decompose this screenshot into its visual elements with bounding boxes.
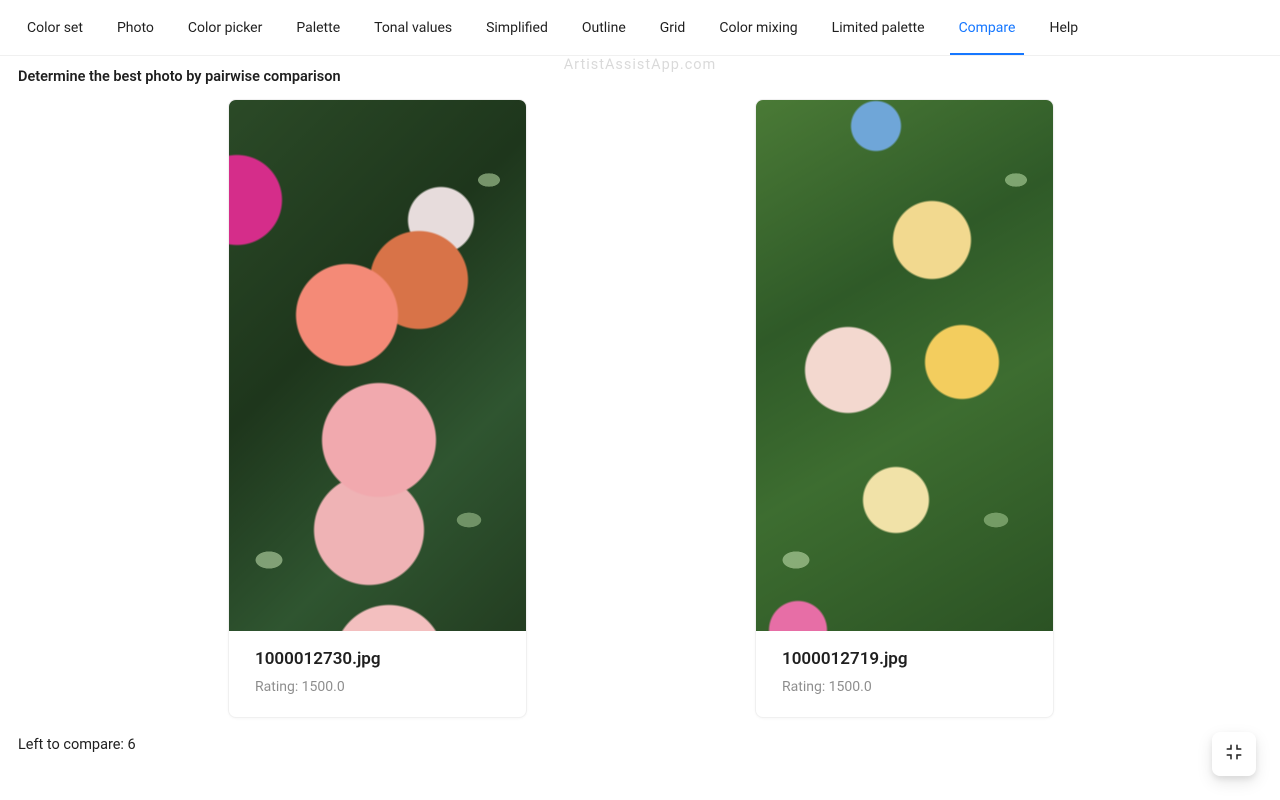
tab-palette[interactable]: Palette: [279, 0, 357, 55]
tab-simplified[interactable]: Simplified: [469, 0, 565, 55]
compare-cards-row: 1000012730.jpg Rating: 1500.0 1000012719…: [18, 99, 1262, 718]
card-meta: 1000012719.jpg Rating: 1500.0: [756, 631, 1053, 717]
compare-photo-left: [229, 100, 526, 631]
compare-photo-right: [756, 100, 1053, 631]
tab-color-picker[interactable]: Color picker: [171, 0, 279, 55]
tab-photo[interactable]: Photo: [100, 0, 171, 55]
tab-tonal-values[interactable]: Tonal values: [357, 0, 469, 55]
tab-grid[interactable]: Grid: [643, 0, 703, 55]
tab-label: Outline: [582, 20, 626, 36]
tab-label: Grid: [660, 20, 686, 36]
fullscreen-exit-button[interactable]: [1212, 732, 1256, 776]
tab-label: Simplified: [486, 20, 548, 36]
photo-decorative-overlay: [756, 100, 1053, 631]
card-filename: 1000012719.jpg: [782, 649, 1027, 669]
tab-label: Color set: [27, 20, 83, 36]
tab-label: Color mixing: [719, 20, 797, 36]
tab-compare[interactable]: Compare: [942, 0, 1033, 55]
tab-label: Limited palette: [832, 20, 925, 36]
tab-label: Tonal values: [374, 20, 452, 36]
page-heading: Determine the best photo by pairwise com…: [18, 68, 1262, 85]
compare-card-right[interactable]: 1000012719.jpg Rating: 1500.0: [755, 99, 1054, 718]
compare-pane: Determine the best photo by pairwise com…: [0, 56, 1280, 765]
tab-color-mixing[interactable]: Color mixing: [702, 0, 814, 55]
card-rating: Rating: 1500.0: [255, 679, 500, 695]
tab-outline[interactable]: Outline: [565, 0, 643, 55]
card-meta: 1000012730.jpg Rating: 1500.0: [229, 631, 526, 717]
tab-color-set[interactable]: Color set: [10, 0, 100, 55]
tab-label: Palette: [296, 20, 340, 36]
card-filename: 1000012730.jpg: [255, 649, 500, 669]
compare-card-left[interactable]: 1000012730.jpg Rating: 1500.0: [228, 99, 527, 718]
fullscreen-exit-icon: [1225, 743, 1243, 765]
tab-label: Help: [1049, 20, 1078, 36]
tab-help[interactable]: Help: [1032, 0, 1095, 55]
card-rating: Rating: 1500.0: [782, 679, 1027, 695]
tabs-nav: Color set Photo Color picker Palette Ton…: [0, 0, 1280, 56]
tab-limited-palette[interactable]: Limited palette: [815, 0, 942, 55]
photo-decorative-overlay: [229, 100, 526, 631]
left-to-compare: Left to compare: 6: [18, 736, 1262, 753]
tab-label: Color picker: [188, 20, 262, 36]
tab-label: Compare: [959, 20, 1016, 36]
tab-label: Photo: [117, 20, 154, 36]
